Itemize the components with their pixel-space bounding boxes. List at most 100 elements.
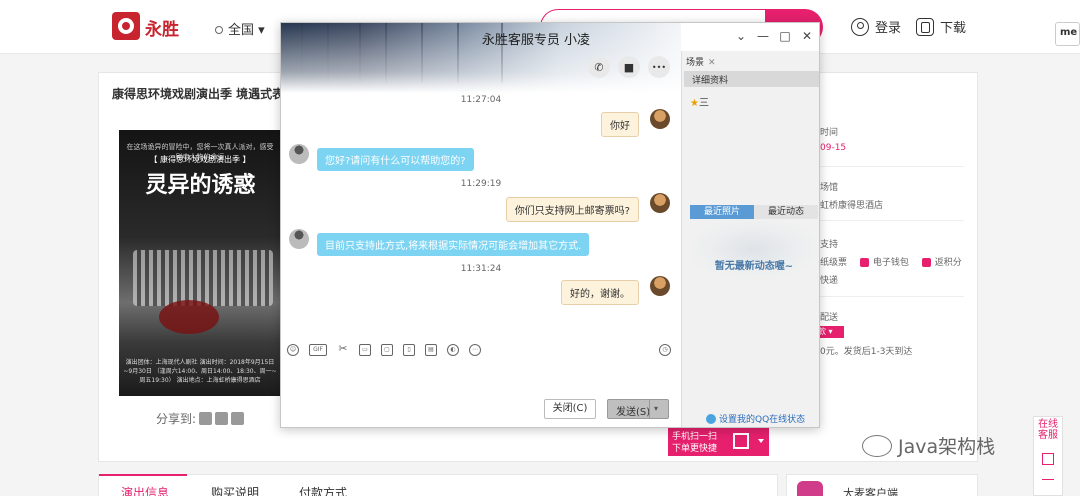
more-tools-icon[interactable]: ⋯ [469,344,481,356]
minimize-button[interactable]: — [755,29,771,43]
event-poster[interactable]: 在这场诡异的冒险中，您将一次真人派对，感受剧中人物的命运 【 康得思环境戏剧演出… [119,130,281,396]
delivery-note: 0元。发货后1-3天到达 [820,347,913,357]
time-value[interactable]: 09-15 [820,143,846,153]
wechat-share-icon[interactable] [215,412,229,425]
gif-icon[interactable]: GIF [309,344,327,356]
support-label: 支持 [820,240,839,250]
side-app-tag[interactable]: me [1055,22,1080,46]
support-row: 纸级票 电子钱包 返积分 [820,255,962,268]
emoji-icon[interactable]: ☺ [287,344,299,356]
tab-payment-methods[interactable]: 付款方式 [299,484,347,496]
poster-blood-image [159,300,219,334]
agent-avatar[interactable] [289,144,309,164]
wallet-icon [859,258,869,267]
scan-to-order-button[interactable]: 手机扫一扫 下单更快捷 [668,428,769,456]
poster-title: 灵异的诱惑 [145,172,256,198]
close-icon[interactable]: ✕ [708,58,716,68]
event-title: 康得思环境戏剧演出季 境遇式表演《灵异的诱惑》 [112,87,280,101]
tab-purchase-notes[interactable]: 购买说明 [211,484,259,496]
qq-status-link[interactable]: 设置我的QQ在线状态 [706,412,805,425]
city-selector[interactable]: 全国 ▾ [215,19,265,38]
document-icon[interactable]: ▤ [425,344,437,356]
chevron-down-icon [758,439,764,443]
time-label: 时间 [820,128,839,138]
message-timestamp: 11:29:19 [460,179,502,189]
back-to-top-icon[interactable] [1042,479,1054,489]
delivery-type-dropdown[interactable]: 款 ▾ [816,326,844,338]
maximize-button[interactable]: □ [777,29,793,43]
tab-scene[interactable]: 场景 ✕ [686,55,716,68]
divider [812,166,964,167]
chat-window: 永胜客服专员 小凌 ⌄ — □ ✕ ✆ ■ ••• 11:27:04 你好 您好… [280,22,820,428]
user-avatar[interactable] [650,276,670,296]
app-download-banner[interactable]: 大麦客户端 [786,474,978,496]
divider [812,296,964,297]
chat-title: 永胜客服专员 小凌 [481,33,591,48]
app-icon [797,481,823,496]
red-packet-icon[interactable]: ◐ [447,344,459,356]
support-paper-ticket: 纸级票 [820,258,848,268]
active-tab-indicator [99,474,187,476]
history-icon[interactable]: ◷ [659,344,671,356]
weibo-share-icon[interactable] [199,412,213,425]
agent-avatar[interactable] [289,229,309,249]
level-text: 三 [698,98,709,109]
send-options-chevron-icon[interactable]: ▾ [654,404,658,413]
download-button[interactable]: 下载 [916,17,966,36]
message-list: 11:27:04 你好 您好?请问有什么可以帮助您的? 11:29:19 你们只… [281,83,681,345]
poster-series: 【 康得思环境戏剧演出季 】 [149,155,251,164]
support-points: 返积分 [934,258,962,268]
support-wallet: 电子钱包 [872,258,909,268]
user-avatar[interactable] [650,109,670,129]
divider [812,220,964,221]
activity-tabs: 最近照片 最近动态 [690,205,818,219]
chevron-down-icon: ▾ [258,23,265,38]
scan-line-2: 下单更快捷 [672,444,718,454]
tab-recent-activity[interactable]: 最近动态 [754,205,818,219]
online-service-widget[interactable]: 在线客服 [1033,416,1063,496]
message-bubble-self: 好的，谢谢。 [561,280,639,305]
edit-icon[interactable] [1042,453,1054,465]
support-express: 快递 [820,276,839,286]
chevron-down-icon[interactable]: ⌄ [733,29,749,43]
watermark: Java架构栈 [862,432,995,459]
app-download-label: 大麦客户端 [843,487,898,496]
qq-icon [706,413,716,424]
wechat-logo-icon [862,434,892,457]
user-avatar[interactable] [650,193,670,213]
login-button[interactable]: 登录 [851,17,901,36]
tab-recent-photos[interactable]: 最近照片 [690,205,754,219]
video-call-icon[interactable]: ■ [618,56,640,78]
folder-icon[interactable]: ▭ [359,344,371,356]
favorite-share-icon[interactable] [231,412,245,425]
login-label: 登录 [875,21,902,36]
contact-level: ★三 [690,94,709,109]
message-bubble-self: 你好 [601,112,639,137]
image-icon[interactable]: ▢ [381,344,393,356]
venue-label: 场馆 [820,183,839,193]
logo-text[interactable]: 永胜 [145,15,179,40]
more-options-icon[interactable]: ••• [648,56,670,78]
user-icon [851,17,869,36]
star-icon: ★ [690,98,699,109]
online-service-label[interactable]: 在线客服 [1036,419,1060,441]
chat-toolbar: ☺ GIF ✂ ▭ ▢ ▯ ▤ ◐ ⋯ ◷ [281,342,681,360]
scan-line-1: 手机扫一扫 [672,432,718,442]
poster-typewriter-image [133,250,273,306]
message-bubble-self: 你们只支持网上邮寄票吗? [505,197,639,222]
close-button[interactable]: 关闭(C) [544,399,596,419]
message-timestamp: 11:27:04 [460,95,502,105]
empty-activity-text: 暂无最新动态喔~ [714,261,794,272]
message-bubble-agent: 目前只支持此方式,将来根据实际情况可能会增加其它方式. [317,233,590,256]
venue-value[interactable]: 虹桥康得思酒店 [820,198,883,211]
tab-show-info[interactable]: 演出信息 [121,484,169,496]
send-button[interactable]: 发送(S) ▾ [607,399,669,419]
detail-info-tab[interactable]: 详细资料 [684,71,819,87]
screenshot-icon[interactable]: ✂ [337,343,349,356]
message-bubble-agent: 您好?请问有什么可以帮助您的? [317,148,474,171]
chat-side-panel: 场景 ✕ 详细资料 ★三 最近照片 最近动态 暂无最新动态喔~ 设置我的QQ在线状… [681,51,819,427]
close-window-button[interactable]: ✕ [799,29,815,43]
window-shake-icon[interactable]: ▯ [403,344,415,356]
phone-call-icon[interactable]: ✆ [588,56,610,78]
logo-icon[interactable] [112,12,140,40]
